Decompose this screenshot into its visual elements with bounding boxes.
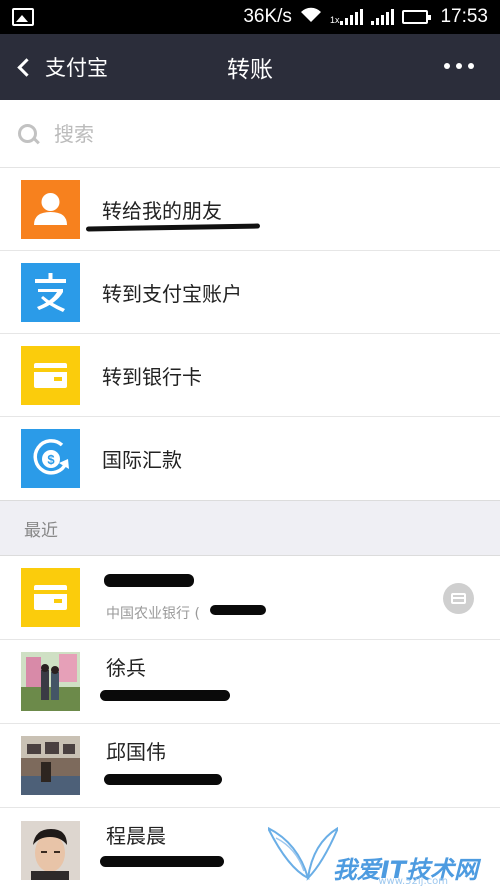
search-icon xyxy=(18,123,38,144)
recent-name: 邱国伟 xyxy=(106,739,166,764)
chevron-left-icon xyxy=(17,57,36,77)
redaction-mark xyxy=(104,774,222,785)
recent-name: 徐兵 xyxy=(106,655,146,680)
network-speed: 36K/s xyxy=(243,6,292,27)
bank-card-icon xyxy=(21,345,80,405)
back-label: 支付宝 xyxy=(45,56,108,80)
gallery-icon xyxy=(12,8,34,26)
bank-card-icon xyxy=(21,568,80,627)
menu-transfer-to-alipay[interactable]: 转到支付宝账户 xyxy=(0,251,500,334)
menu-transfer-to-friend[interactable]: 转给我的朋友 xyxy=(0,168,500,251)
signal-icon xyxy=(371,9,395,25)
battery-icon xyxy=(402,10,432,24)
recent-item[interactable]: 邱国伟 xyxy=(0,724,500,808)
redaction-mark xyxy=(100,856,224,867)
network-type: 1x xyxy=(329,15,340,25)
menu-label: 转到银行卡 xyxy=(102,364,202,389)
wifi-icon xyxy=(300,7,322,28)
person-icon xyxy=(21,179,80,239)
clock: 17:53 xyxy=(440,6,488,27)
menu-label: 转给我的朋友 xyxy=(102,198,222,223)
recent-item[interactable]: 徐兵 xyxy=(0,640,500,724)
more-dots-icon[interactable] xyxy=(444,63,474,69)
menu-label: 转到支付宝账户 xyxy=(102,281,242,306)
section-header-recent: 最近 xyxy=(0,500,500,556)
international-remit-icon: $ xyxy=(21,429,80,488)
status-bar: 36K/s 1x 17:53 xyxy=(0,0,500,34)
redaction-mark xyxy=(104,574,194,587)
signal-icon xyxy=(340,9,364,25)
back-button[interactable]: 支付宝 xyxy=(0,52,108,82)
nav-bar: 支付宝 转账 xyxy=(0,34,500,100)
search-input[interactable] xyxy=(54,121,454,146)
recent-item[interactable]: 中国农业银行 ( xyxy=(0,556,500,640)
recent-item[interactable]: 程晨晨 xyxy=(0,808,500,889)
recent-list: 中国农业银行 ( 徐兵 邱国伟 程晨晨 xyxy=(0,556,500,889)
menu-international-remit[interactable]: $ 国际汇款 xyxy=(0,417,500,500)
menu-transfer-to-bank-card[interactable]: 转到银行卡 xyxy=(0,334,500,417)
handwritten-underline xyxy=(85,223,261,232)
avatar xyxy=(21,652,80,711)
redaction-mark xyxy=(100,690,230,701)
recent-bank: 中国农业银行 ( xyxy=(106,605,200,622)
alipay-icon xyxy=(21,262,80,322)
bank-card-action-icon[interactable] xyxy=(443,583,474,614)
search-bar[interactable] xyxy=(0,100,500,168)
redaction-mark xyxy=(210,605,266,615)
transfer-menu: 转给我的朋友 转到支付宝账户 转到银行卡 $ 国际汇款 xyxy=(0,168,500,500)
avatar xyxy=(21,736,80,795)
recent-name: 程晨晨 xyxy=(106,824,166,848)
menu-label: 国际汇款 xyxy=(102,448,182,472)
avatar xyxy=(21,820,80,880)
svg-text:$: $ xyxy=(47,452,55,467)
